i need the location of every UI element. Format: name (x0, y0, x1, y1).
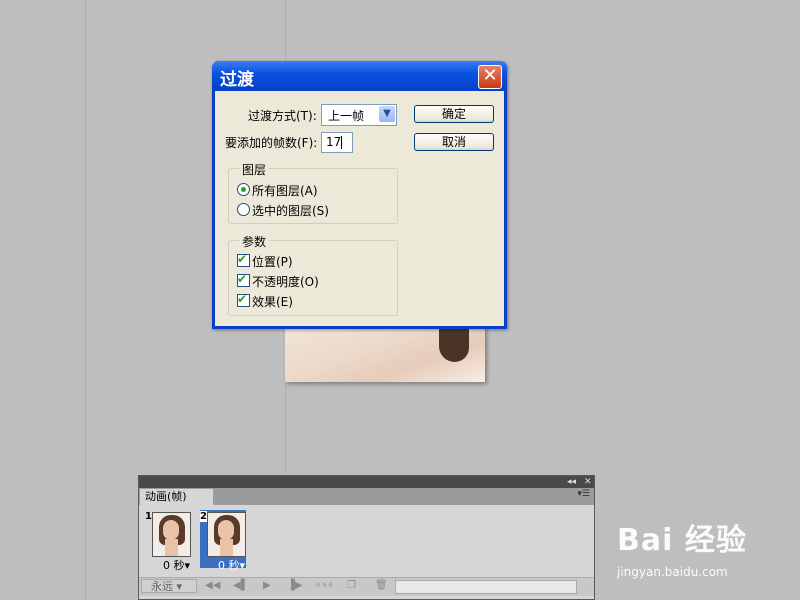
layers-group-title: 图层 (239, 161, 270, 178)
effects-label[interactable]: 效果(E) (252, 293, 293, 310)
loop-value: 永远 (151, 580, 173, 593)
animation-controls: 永远 ▾ ◀◀ ◀▌ ▶ ▐▶ ∘∘∘ ❐ 🗑 (139, 577, 594, 596)
thumb-neck (220, 539, 233, 556)
opacity-checkbox[interactable]: ✔ (237, 272, 250, 287)
transition-method-value: 上一帧 (328, 109, 365, 123)
collapse-icon[interactable]: ◂◂ (567, 476, 576, 488)
all-layers-label[interactable]: 所有图层(A) (252, 182, 318, 199)
cancel-button[interactable]: 取消 (414, 133, 494, 151)
dialog-titlebar[interactable]: 过渡 ✕ (212, 61, 507, 91)
frames-to-add-label: 要添加的帧数(F): (225, 136, 318, 150)
frame-number: 2 (200, 511, 207, 522)
chevron-down-icon[interactable]: ▼ (379, 106, 395, 122)
panel-menu-icon[interactable]: ▾☰ (577, 489, 590, 499)
thumb-face (163, 520, 179, 540)
effects-checkbox[interactable]: ✔ (237, 292, 250, 307)
play-icon[interactable]: ▶ (263, 580, 271, 591)
frame-delay[interactable]: 0 秒▾ (163, 557, 190, 573)
params-group: 参数 ✔ 位置(P) ✔ 不透明度(O) ✔ 效果(E) (228, 233, 398, 316)
previous-frame-icon[interactable]: ◀▌ (233, 580, 248, 591)
radio-selected-dot (241, 187, 246, 192)
frames-scrollbar[interactable] (395, 580, 577, 594)
loop-select[interactable]: 永远 ▾ (141, 579, 197, 593)
checkmark-icon: ✔ (237, 272, 248, 286)
text-caret (341, 136, 342, 149)
frame-thumbnail (152, 512, 191, 557)
checkmark-icon: ✔ (237, 252, 248, 266)
thumb-face (218, 520, 234, 540)
frame-delay[interactable]: 0 秒▾ (218, 557, 245, 573)
transition-dialog: 过渡 ✕ 过渡方式(T): 上一帧 ▼ 要添加的帧数(F): 17 确定 取消 … (212, 61, 507, 329)
close-icon: ✕ (482, 65, 498, 86)
duplicate-frame-icon[interactable]: ❐ (347, 580, 356, 591)
guide-line-left (85, 0, 86, 600)
panel-header[interactable]: ◂◂ ✕ (139, 476, 594, 488)
first-frame-icon[interactable]: ◀◀ (205, 580, 220, 591)
frames-to-add-value: 17 (326, 135, 342, 149)
transition-method-label: 过渡方式(T): (248, 109, 317, 123)
selected-layers-radio[interactable] (237, 203, 250, 216)
watermark-logo: Bai 经验 (617, 523, 747, 558)
dialog-body: 过渡方式(T): 上一帧 ▼ 要添加的帧数(F): 17 确定 取消 图层 所有… (215, 91, 504, 326)
close-icon[interactable]: ✕ (584, 476, 592, 488)
tab-animation-frames[interactable]: 动画(帧) (140, 489, 213, 505)
frames-to-add-input[interactable]: 17 (321, 132, 353, 153)
trash-icon[interactable]: 🗑 (375, 580, 388, 591)
checkmark-icon: ✔ (237, 292, 248, 306)
all-layers-radio[interactable] (237, 183, 250, 196)
baidu-jingyan-watermark: Bai 经验 jingyan.baidu.com (617, 515, 747, 579)
frame-number: 1 (145, 511, 152, 522)
position-checkbox[interactable]: ✔ (237, 252, 250, 267)
ok-button[interactable]: 确定 (414, 105, 494, 123)
dialog-title: 过渡 (220, 70, 254, 90)
params-group-title: 参数 (239, 233, 270, 250)
tween-icon[interactable]: ∘∘∘ (315, 580, 334, 591)
layers-group: 图层 所有图层(A) 选中的图层(S) (228, 161, 398, 224)
next-frame-icon[interactable]: ▐▶ (287, 580, 302, 591)
close-button[interactable]: ✕ (478, 65, 502, 89)
watermark-url: jingyan.baidu.com (617, 565, 728, 579)
thumb-neck (165, 539, 178, 556)
transition-method-select[interactable]: 上一帧 ▼ (321, 104, 397, 126)
animation-panel: ◂◂ ✕ 动画(帧) ▾☰ 1 0 秒▾ 2 0 秒▾ 永远 ▾ ◀◀ ◀▌ ▶… (138, 475, 595, 600)
animation-frame-2[interactable]: 2 0 秒▾ (200, 510, 246, 572)
selected-layers-label[interactable]: 选中的图层(S) (252, 202, 329, 219)
frame-thumbnail (207, 512, 246, 557)
opacity-label[interactable]: 不透明度(O) (252, 273, 319, 290)
position-label[interactable]: 位置(P) (252, 253, 293, 270)
animation-frame-1[interactable]: 1 0 秒▾ (145, 510, 191, 572)
panel-tabbar: 动画(帧) ▾☰ (139, 488, 594, 505)
